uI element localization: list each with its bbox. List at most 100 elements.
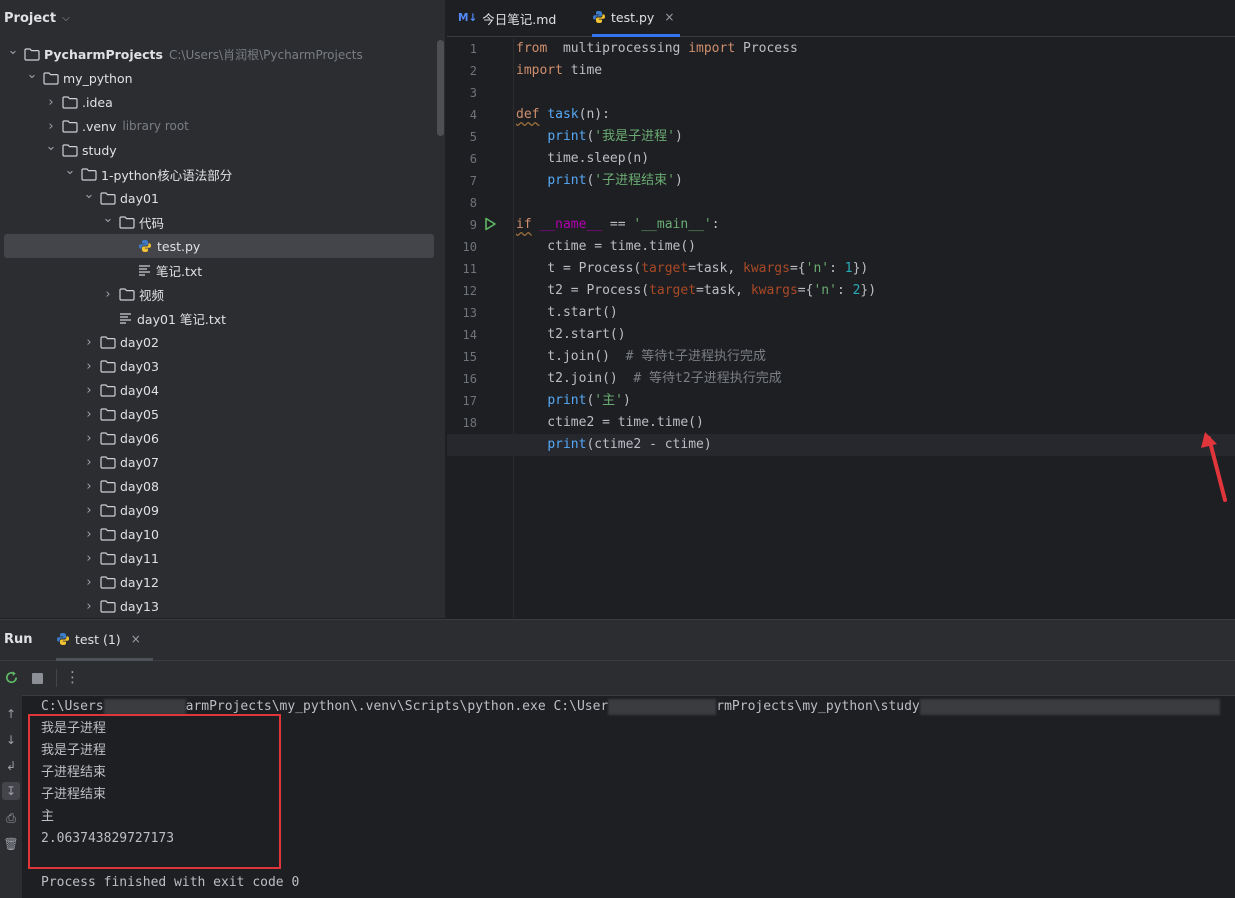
scroll-to-end-icon[interactable]: ↧	[2, 782, 20, 800]
chevron-right-icon[interactable]: ›	[82, 503, 96, 518]
chevron-down-icon[interactable]: ⌄	[44, 139, 58, 154]
line-number: 5	[469, 130, 477, 144]
code-token: :	[836, 283, 853, 298]
code-line[interactable]: time.sleep(n)	[516, 148, 1235, 170]
tree-item[interactable]: › .idea	[0, 90, 445, 114]
tree-item[interactable]: › 视频	[0, 282, 445, 306]
tree-scrollbar[interactable]	[437, 40, 444, 136]
folder-icon	[81, 167, 97, 181]
tree-item[interactable]: › day09	[0, 498, 445, 522]
tree-item-label: my_python	[63, 70, 133, 86]
run-play-icon[interactable]	[483, 217, 497, 231]
python-file-icon	[139, 240, 151, 252]
chevron-down-icon[interactable]: ⌄	[6, 43, 20, 58]
code-line[interactable]	[516, 192, 1235, 214]
code-line[interactable]	[516, 82, 1235, 104]
code-line[interactable]: print('我是子进程')	[516, 126, 1235, 148]
chevron-right-icon[interactable]: ›	[82, 383, 96, 398]
code-token: 'n'	[813, 283, 837, 298]
tab-today-notes[interactable]: M↓ 今日笔记.md	[458, 0, 556, 36]
chevron-right-icon[interactable]: ›	[44, 119, 58, 134]
tree-item[interactable]: › day06	[0, 426, 445, 450]
tree-item[interactable]: › .venv library root	[0, 114, 445, 138]
tree-item-label: day12	[120, 574, 159, 590]
code-line[interactable]: ctime2 = time.time()	[516, 412, 1235, 434]
chevron-right-icon[interactable]: ›	[82, 407, 96, 422]
tree-item-label: day10	[120, 526, 159, 542]
code-line[interactable]: from multiprocessing import Process	[516, 38, 1235, 60]
close-icon[interactable]: ×	[131, 632, 141, 646]
text-file-icon	[139, 265, 150, 276]
code-line[interactable]: ctime = time.time()	[516, 236, 1235, 258]
close-icon[interactable]: ×	[664, 10, 674, 24]
run-tab-test[interactable]: test (1) ×	[56, 620, 153, 661]
more-options-icon[interactable]: ⋮	[65, 668, 80, 686]
tree-item[interactable]: › day05	[0, 402, 445, 426]
tree-item[interactable]: ⌄ 代码	[0, 210, 445, 234]
chevron-right-icon[interactable]: ›	[82, 527, 96, 542]
scroll-up-icon[interactable]: ↑	[2, 705, 20, 723]
code-line[interactable]: print('子进程结束')	[516, 170, 1235, 192]
tree-item[interactable]: › day03	[0, 354, 445, 378]
tree-item[interactable]: test.py	[4, 234, 434, 258]
tree-item[interactable]: › day08	[0, 474, 445, 498]
line-number: 7	[469, 174, 477, 188]
code-line[interactable]: if __name__ == '__main__':	[516, 214, 1235, 236]
project-header[interactable]: Project ⌵	[0, 0, 445, 36]
tree-item[interactable]: › day07	[0, 450, 445, 474]
code-line[interactable]: t2.start()	[516, 324, 1235, 346]
chevron-right-icon[interactable]: ›	[82, 575, 96, 590]
tab-test-py[interactable]: test.py ×	[592, 0, 681, 37]
toolbar-divider	[56, 669, 57, 687]
line-number: 11	[462, 262, 477, 276]
code-line[interactable]: t2 = Process(target=task, kwargs={'n': 2…	[516, 280, 1235, 302]
chevron-right-icon[interactable]: ›	[82, 335, 96, 350]
tree-item[interactable]: day01 笔记.txt	[0, 306, 445, 330]
rerun-icon[interactable]	[4, 670, 19, 685]
chevron-down-icon[interactable]: ⌄	[63, 163, 77, 178]
code-line[interactable]: t.start()	[516, 302, 1235, 324]
chevron-right-icon[interactable]: ›	[82, 359, 96, 374]
chevron-right-icon[interactable]: ›	[101, 287, 115, 302]
scroll-down-icon[interactable]: ↓	[2, 731, 20, 749]
tree-item[interactable]: › day13	[0, 594, 445, 618]
tree-item[interactable]: ⌄ PycharmProjects C:\Users\肖润根\PycharmProj…	[0, 42, 445, 66]
chevron-down-icon[interactable]: ⌄	[82, 187, 96, 202]
tree-item[interactable]: › day02	[0, 330, 445, 354]
tree-item[interactable]: ⌄ my_python	[0, 66, 445, 90]
code-token: import	[688, 41, 736, 56]
chevron-right-icon[interactable]: ›	[82, 455, 96, 470]
code-line[interactable]: t2.join() # 等待t2子进程执行完成	[516, 368, 1235, 390]
trash-icon[interactable]: 🗑	[2, 835, 20, 853]
folder-icon	[24, 47, 40, 61]
chevron-right-icon[interactable]: ›	[82, 431, 96, 446]
project-title[interactable]: Project	[4, 11, 56, 26]
tree-item[interactable]: › day12	[0, 570, 445, 594]
chevron-right-icon[interactable]: ›	[82, 599, 96, 614]
print-icon[interactable]: ⎙	[2, 809, 20, 827]
code-line[interactable]: import time	[516, 60, 1235, 82]
code-line[interactable]: print(ctime2 - ctime)	[447, 434, 1235, 456]
code-line[interactable]: print('主')	[516, 390, 1235, 412]
tree-item[interactable]: › day04	[0, 378, 445, 402]
tree-item[interactable]: ⌄ day01	[0, 186, 445, 210]
code-token: target	[641, 261, 689, 276]
code-token: t2 = Process(	[516, 283, 650, 298]
code-token: '我是子进程'	[594, 129, 675, 144]
tree-item[interactable]: ⌄ 1-python核心语法部分	[0, 162, 445, 186]
code-line[interactable]: t = Process(target=task, kwargs={'n': 1}…	[516, 258, 1235, 280]
code-line[interactable]: t.join() # 等待t子进程执行完成	[516, 346, 1235, 368]
chevron-right-icon[interactable]: ›	[44, 95, 58, 110]
code-line[interactable]: def task(n):	[516, 104, 1235, 126]
soft-wrap-icon[interactable]: ↲	[2, 757, 20, 775]
stop-icon[interactable]	[32, 673, 43, 684]
tree-item[interactable]: › day11	[0, 546, 445, 570]
chevron-down-icon[interactable]: ⌄	[25, 67, 39, 82]
tree-item[interactable]: › day10	[0, 522, 445, 546]
chevron-right-icon[interactable]: ›	[82, 479, 96, 494]
tree-item[interactable]: 笔记.txt	[0, 258, 445, 282]
chevron-right-icon[interactable]: ›	[82, 551, 96, 566]
tree-item[interactable]: ⌄ study	[0, 138, 445, 162]
chevron-down-icon[interactable]: ⌵	[62, 13, 70, 24]
chevron-down-icon[interactable]: ⌄	[101, 211, 115, 226]
